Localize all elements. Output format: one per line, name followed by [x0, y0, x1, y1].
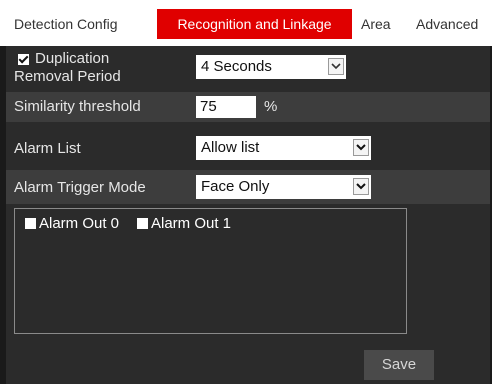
save-button[interactable]: Save — [364, 350, 434, 380]
tab-detection-config[interactable]: Detection Config — [0, 9, 140, 39]
settings-panel: Duplication Removal Period 4 Seconds Sim… — [6, 46, 490, 384]
alarm-trigger-value: Face Only — [201, 178, 270, 195]
alarm-out-1-checkbox[interactable] — [137, 218, 148, 229]
tab-recognition-and-linkage[interactable]: Recognition and Linkage — [157, 9, 352, 39]
alarm-trigger-row: Alarm Trigger Mode Face Only — [6, 170, 490, 204]
chevron-down-icon — [328, 58, 344, 75]
alarm-out-0-label: Alarm Out 0 — [39, 215, 120, 232]
duplication-row: Duplication Removal Period 4 Seconds — [6, 46, 490, 92]
similarity-label: Similarity threshold — [14, 98, 141, 115]
similarity-unit: % — [264, 98, 278, 115]
duplication-label: Duplication Removal Period — [14, 50, 121, 86]
duplication-checkbox[interactable] — [18, 53, 29, 65]
alarm-trigger-label: Alarm Trigger Mode — [14, 179, 146, 196]
duplication-period-value: 4 Seconds — [201, 58, 272, 75]
alarm-out-1-label: Alarm Out 1 — [151, 215, 232, 232]
alarm-out-0[interactable]: Alarm Out 0 — [25, 215, 119, 232]
duplication-label-line2: Removal Period — [14, 68, 121, 85]
similarity-threshold-input[interactable]: 75 — [196, 96, 256, 118]
duplication-label-line1: Duplication — [35, 50, 110, 67]
alarm-list-select[interactable]: Allow list — [196, 136, 371, 160]
alarm-list-value: Allow list — [201, 139, 260, 156]
alarm-out-1[interactable]: Alarm Out 1 — [137, 215, 231, 232]
tab-area[interactable]: Area — [361, 9, 391, 39]
chevron-down-icon — [353, 139, 369, 156]
tab-advanced[interactable]: Advanced — [416, 9, 478, 39]
alarm-trigger-select[interactable]: Face Only — [196, 175, 371, 199]
duplication-period-select[interactable]: 4 Seconds — [196, 55, 346, 79]
alarm-out-0-checkbox[interactable] — [25, 218, 36, 229]
chevron-down-icon — [353, 178, 369, 195]
alarm-list-row: Alarm List Allow list — [6, 132, 490, 162]
alarm-list-label: Alarm List — [14, 140, 81, 157]
alarm-output-box: Alarm Out 0 Alarm Out 1 — [14, 208, 407, 334]
tab-bar: Detection Config Recognition and Linkage… — [0, 0, 492, 46]
similarity-row: Similarity threshold 75 % — [6, 92, 490, 122]
